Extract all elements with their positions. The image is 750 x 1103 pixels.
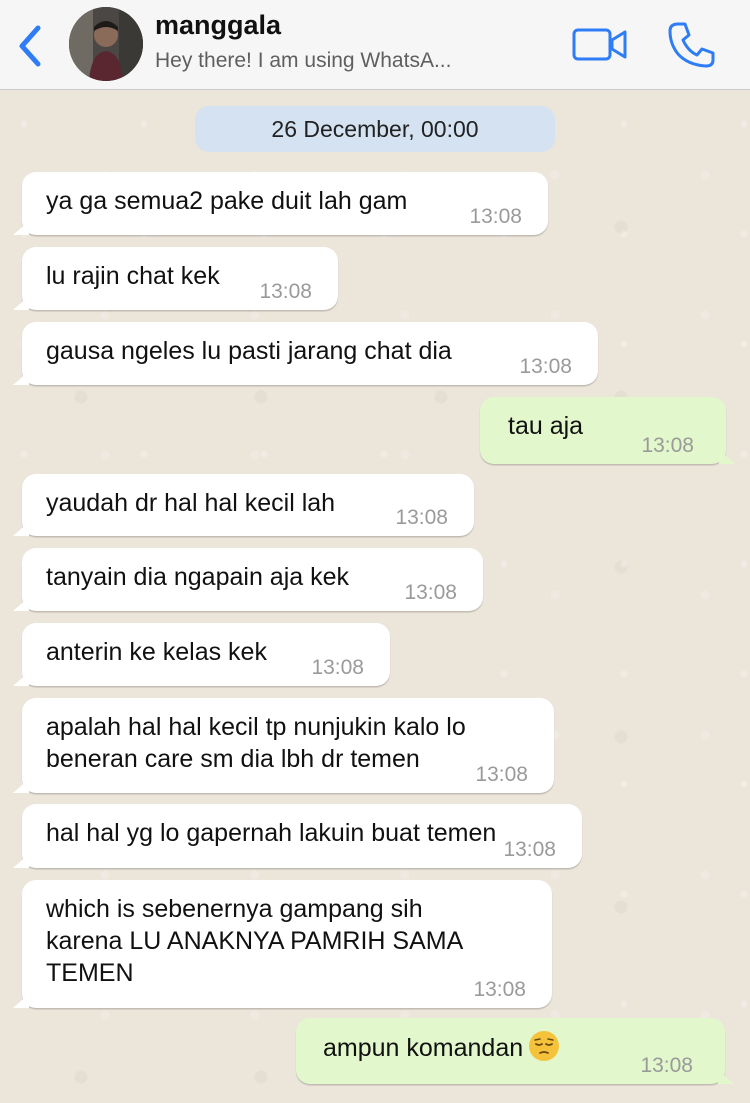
message-time: 13:08 bbox=[469, 205, 522, 228]
bubble-tail bbox=[13, 672, 29, 686]
message-time: 13:08 bbox=[503, 838, 556, 861]
bubble-tail bbox=[13, 994, 29, 1008]
message-text: gausa ngeles lu pasti jarang chat dia bbox=[46, 337, 452, 365]
message-text: hal hal yg lo gapernah lakuin buat temen bbox=[46, 819, 497, 847]
pensive-face-icon bbox=[529, 1031, 560, 1061]
message-incoming[interactable]: anterin ke kelas kek 13:08 bbox=[13, 623, 390, 686]
message-time: 13:08 bbox=[473, 978, 526, 1001]
message-incoming[interactable]: hal hal yg lo gapernah lakuin buat temen… bbox=[13, 804, 582, 868]
message-text: anterin ke kelas kek bbox=[46, 638, 267, 666]
bubble-tail bbox=[13, 854, 29, 868]
message-incoming[interactable]: tanyain dia ngapain aja kek 13:08 bbox=[13, 548, 483, 611]
bubble-tail bbox=[718, 1070, 734, 1084]
message-outgoing[interactable]: tau aja 13:08 bbox=[480, 397, 735, 464]
avatar[interactable] bbox=[69, 7, 143, 81]
message-text: ampun komandan bbox=[323, 1031, 560, 1064]
message-text-content: ampun komandan bbox=[323, 1034, 524, 1062]
back-button[interactable] bbox=[14, 24, 48, 68]
contact-status[interactable]: Hey there! I am using WhatsA... bbox=[155, 49, 490, 73]
bubble-tail bbox=[13, 779, 29, 793]
message-incoming[interactable]: ya ga semua2 pake duit lah gam 13:08 bbox=[13, 172, 548, 235]
bubble-tail bbox=[13, 371, 29, 385]
message-time: 13:08 bbox=[519, 355, 572, 378]
bubble-tail bbox=[13, 296, 29, 310]
bubble-tail bbox=[13, 221, 29, 235]
voice-call-button[interactable] bbox=[666, 20, 716, 70]
message-text-line: beneran care sm dia lbh dr temen bbox=[46, 745, 420, 773]
bubble-tail bbox=[13, 597, 29, 611]
video-call-button[interactable] bbox=[572, 27, 628, 63]
message-text-line: karena LU ANAKNYA PAMRIH SAMA bbox=[46, 927, 464, 955]
message-text: tau aja bbox=[508, 412, 584, 440]
message-incoming[interactable]: which is sebenernya gampang sih karena L… bbox=[13, 880, 552, 1008]
message-text: ya ga semua2 pake duit lah gam bbox=[46, 187, 408, 215]
message-text: lu rajin chat kek bbox=[46, 262, 220, 290]
message-text: yaudah dr hal hal kecil lah bbox=[46, 489, 336, 517]
message-time: 13:08 bbox=[395, 506, 448, 529]
contact-name[interactable]: manggala bbox=[155, 10, 281, 41]
phone-icon bbox=[668, 22, 715, 68]
message-incoming[interactable]: lu rajin chat kek 13:08 bbox=[13, 247, 338, 310]
message-time: 13:08 bbox=[640, 1054, 693, 1077]
chat-header: manggala Hey there! I am using WhatsA... bbox=[0, 0, 750, 90]
chat-area[interactable]: 26 December, 00:00 ya ga semua2 pake dui… bbox=[0, 91, 750, 1103]
message-incoming[interactable]: apalah hal hal kecil tp nunjukin kalo lo… bbox=[13, 698, 554, 793]
message-outgoing[interactable]: ampun komandan 13:08 bbox=[296, 1018, 734, 1084]
message-text-line: TEMEN bbox=[46, 959, 134, 987]
message-text: tanyain dia ngapain aja kek bbox=[46, 563, 350, 591]
message-incoming[interactable]: yaudah dr hal hal kecil lah 13:08 bbox=[13, 474, 474, 536]
message-text-line: apalah hal hal kecil tp nunjukin kalo lo bbox=[46, 713, 466, 741]
chevron-left-icon bbox=[19, 25, 41, 67]
message-time: 13:08 bbox=[311, 656, 364, 679]
date-chip: 26 December, 00:00 bbox=[195, 106, 555, 152]
message-text-line: which is sebenernya gampang sih bbox=[46, 895, 423, 923]
avatar-photo bbox=[69, 7, 143, 81]
message-time: 13:08 bbox=[259, 280, 312, 303]
message-time: 13:08 bbox=[641, 434, 694, 457]
bubble-tail bbox=[13, 522, 29, 536]
video-camera-icon bbox=[572, 28, 627, 61]
message-time: 13:08 bbox=[404, 581, 457, 604]
message-time: 13:08 bbox=[475, 763, 528, 786]
message-incoming[interactable]: gausa ngeles lu pasti jarang chat dia 13… bbox=[13, 322, 598, 385]
bubble-tail bbox=[719, 450, 735, 464]
